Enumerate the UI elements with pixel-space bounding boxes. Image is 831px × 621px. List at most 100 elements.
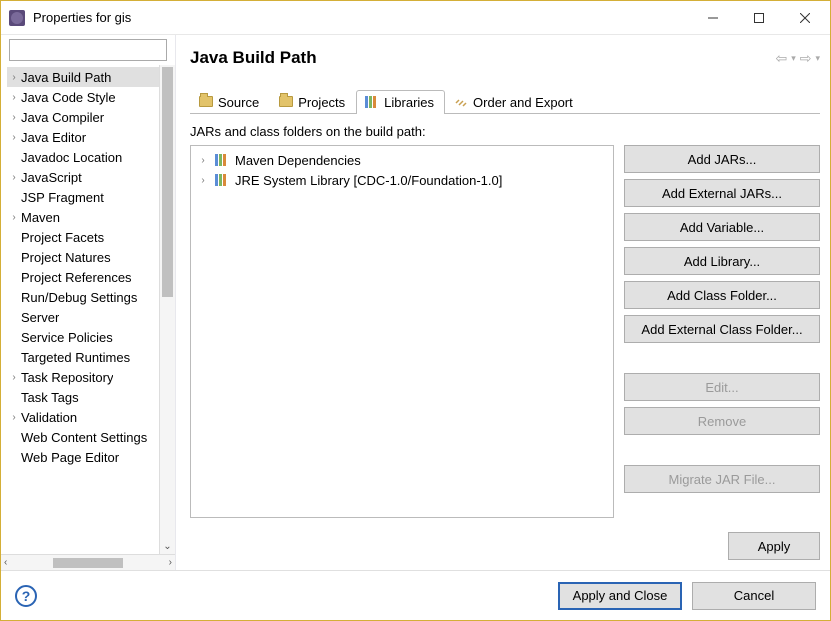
close-button[interactable] bbox=[782, 3, 828, 33]
library-icon bbox=[365, 96, 379, 110]
sidebar-item-task-tags[interactable]: Task Tags bbox=[7, 387, 175, 407]
sidebar-item-label: Targeted Runtimes bbox=[21, 350, 130, 365]
minimize-button[interactable] bbox=[690, 3, 736, 33]
chevron-right-icon: › bbox=[7, 132, 21, 143]
sidebar-item-label: Javadoc Location bbox=[21, 150, 122, 165]
edit-button[interactable]: Edit... bbox=[624, 373, 820, 401]
list-description: JARs and class folders on the build path… bbox=[190, 124, 820, 139]
sidebar-item-javadoc-location[interactable]: Javadoc Location bbox=[7, 147, 175, 167]
cancel-button[interactable]: Cancel bbox=[692, 582, 816, 610]
chevron-down-icon[interactable]: ⌄ bbox=[160, 541, 175, 552]
add-jars-button[interactable]: Add JARs... bbox=[624, 145, 820, 173]
sidebar-item-project-references[interactable]: Project References bbox=[7, 267, 175, 287]
chevron-right-icon: › bbox=[7, 172, 21, 183]
add-external-class-folder-button[interactable]: Add External Class Folder... bbox=[624, 315, 820, 343]
dropdown-icon[interactable]: ▾ bbox=[815, 53, 820, 64]
classpath-list[interactable]: › Maven Dependencies › JRE System Library [… bbox=[190, 145, 614, 518]
scrollbar-thumb[interactable] bbox=[53, 558, 123, 568]
sidebar-item-project-natures[interactable]: Project Natures bbox=[7, 247, 175, 267]
page-title: Java Build Path bbox=[190, 48, 775, 68]
sidebar-item-targeted-runtimes[interactable]: Targeted Runtimes bbox=[7, 347, 175, 367]
eclipse-icon bbox=[9, 10, 25, 26]
list-item-label: JRE System Library [CDC-1.0/Foundation-1… bbox=[235, 173, 502, 188]
add-variable-button[interactable]: Add Variable... bbox=[624, 213, 820, 241]
sidebar-item-jsp-fragment[interactable]: JSP Fragment bbox=[7, 187, 175, 207]
sidebar-item-label: Server bbox=[21, 310, 59, 325]
category-tree[interactable]: ›Java Build Path›Java Code Style›Java Co… bbox=[1, 65, 175, 554]
tab-source[interactable]: Source bbox=[190, 90, 270, 114]
order-icon bbox=[454, 96, 468, 110]
horizontal-scrollbar[interactable]: ‹ › bbox=[1, 554, 175, 570]
back-icon[interactable]: ⇦ bbox=[775, 50, 787, 67]
sidebar-item-java-code-style[interactable]: ›Java Code Style bbox=[7, 87, 175, 107]
sidebar-item-label: Task Repository bbox=[21, 370, 113, 385]
chevron-right-icon: › bbox=[197, 175, 209, 186]
library-icon bbox=[215, 154, 229, 166]
chevron-right-icon: › bbox=[7, 412, 21, 423]
sidebar-item-label: Service Policies bbox=[21, 330, 113, 345]
sidebar-item-java-compiler[interactable]: ›Java Compiler bbox=[7, 107, 175, 127]
tab-label: Libraries bbox=[384, 95, 434, 110]
maximize-button[interactable] bbox=[736, 3, 782, 33]
apply-button[interactable]: Apply bbox=[728, 532, 820, 560]
sidebar-item-label: Web Page Editor bbox=[21, 450, 119, 465]
sidebar-item-label: JSP Fragment bbox=[21, 190, 104, 205]
list-item[interactable]: › Maven Dependencies bbox=[197, 150, 607, 170]
filter-input[interactable] bbox=[9, 39, 167, 61]
tab-projects[interactable]: Projects bbox=[270, 90, 356, 114]
vertical-scrollbar[interactable]: ⌄ bbox=[159, 65, 175, 554]
sidebar-item-project-facets[interactable]: Project Facets bbox=[7, 227, 175, 247]
library-icon bbox=[215, 174, 229, 186]
properties-dialog: Properties for gis ›Java Build Path›Java… bbox=[0, 0, 831, 621]
tab-order-and-export[interactable]: Order and Export bbox=[445, 90, 584, 114]
sidebar-item-label: Maven bbox=[21, 210, 60, 225]
sidebar-item-maven[interactable]: ›Maven bbox=[7, 207, 175, 227]
forward-icon[interactable]: ⇨ bbox=[800, 50, 812, 67]
tab-libraries[interactable]: Libraries bbox=[356, 90, 445, 114]
tabstrip: Source Projects Libraries Order and Export bbox=[190, 87, 820, 114]
apply-and-close-button[interactable]: Apply and Close bbox=[558, 582, 682, 610]
add-external-jars-button[interactable]: Add External JARs... bbox=[624, 179, 820, 207]
chevron-right-icon: › bbox=[7, 372, 21, 383]
sidebar-item-label: JavaScript bbox=[21, 170, 82, 185]
chevron-right-icon[interactable]: › bbox=[169, 557, 172, 568]
dropdown-icon[interactable]: ▾ bbox=[791, 53, 796, 64]
migrate-jar-button[interactable]: Migrate JAR File... bbox=[624, 465, 820, 493]
tab-label: Source bbox=[218, 95, 259, 110]
add-class-folder-button[interactable]: Add Class Folder... bbox=[624, 281, 820, 309]
sidebar-item-web-page-editor[interactable]: Web Page Editor bbox=[7, 447, 175, 467]
chevron-left-icon[interactable]: ‹ bbox=[4, 557, 7, 568]
folder-icon bbox=[279, 96, 293, 110]
sidebar-item-label: Java Code Style bbox=[21, 90, 116, 105]
sidebar-item-label: Java Build Path bbox=[21, 70, 111, 85]
sidebar: ›Java Build Path›Java Code Style›Java Co… bbox=[1, 35, 176, 570]
sidebar-item-label: Validation bbox=[21, 410, 77, 425]
tab-label: Projects bbox=[298, 95, 345, 110]
sidebar-item-task-repository[interactable]: ›Task Repository bbox=[7, 367, 175, 387]
chevron-right-icon: › bbox=[7, 212, 21, 223]
add-library-button[interactable]: Add Library... bbox=[624, 247, 820, 275]
sidebar-item-label: Project References bbox=[21, 270, 132, 285]
list-item-label: Maven Dependencies bbox=[235, 153, 361, 168]
folder-icon bbox=[199, 96, 213, 110]
sidebar-item-label: Java Editor bbox=[21, 130, 86, 145]
sidebar-item-validation[interactable]: ›Validation bbox=[7, 407, 175, 427]
titlebar[interactable]: Properties for gis bbox=[1, 1, 830, 35]
list-item[interactable]: › JRE System Library [CDC-1.0/Foundation-… bbox=[197, 170, 607, 190]
remove-button[interactable]: Remove bbox=[624, 407, 820, 435]
help-icon[interactable]: ? bbox=[15, 585, 37, 607]
scrollbar-thumb[interactable] bbox=[162, 67, 173, 297]
sidebar-item-web-content-settings[interactable]: Web Content Settings bbox=[7, 427, 175, 447]
sidebar-item-run-debug-settings[interactable]: Run/Debug Settings bbox=[7, 287, 175, 307]
window-title: Properties for gis bbox=[33, 10, 690, 25]
sidebar-item-label: Java Compiler bbox=[21, 110, 104, 125]
sidebar-item-label: Run/Debug Settings bbox=[21, 290, 137, 305]
sidebar-item-service-policies[interactable]: Service Policies bbox=[7, 327, 175, 347]
sidebar-item-java-editor[interactable]: ›Java Editor bbox=[7, 127, 175, 147]
sidebar-item-javascript[interactable]: ›JavaScript bbox=[7, 167, 175, 187]
chevron-right-icon: › bbox=[7, 72, 21, 83]
chevron-right-icon: › bbox=[7, 92, 21, 103]
chevron-right-icon: › bbox=[197, 155, 209, 166]
sidebar-item-server[interactable]: Server bbox=[7, 307, 175, 327]
sidebar-item-java-build-path[interactable]: ›Java Build Path bbox=[7, 67, 175, 87]
